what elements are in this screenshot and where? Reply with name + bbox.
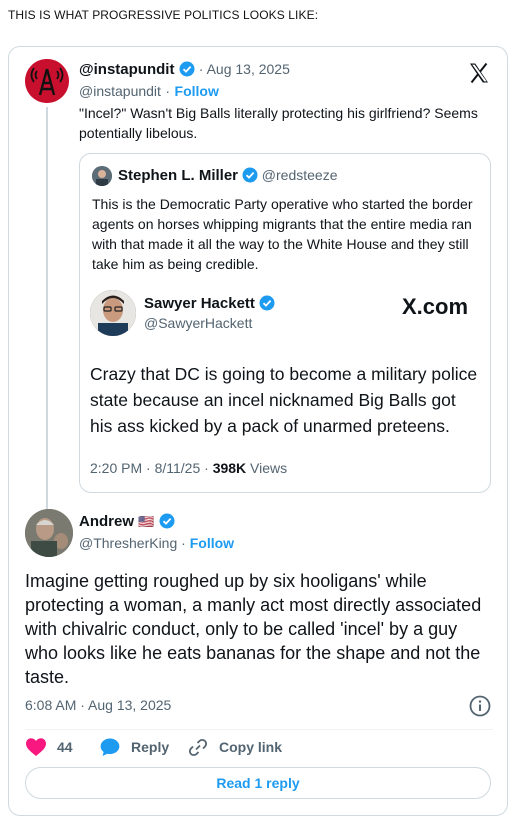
- embedded-tweet-card: @instapundit · Aug 13, 2025 @instapundit…: [8, 46, 508, 816]
- reply-label: Reply: [131, 739, 170, 755]
- copy-link-label: Copy link: [219, 739, 283, 755]
- thread-line: [46, 107, 48, 547]
- author-handle[interactable]: @instapundit: [79, 83, 161, 99]
- reply-timestamp[interactable]: 6:08 AM · Aug 13, 2025: [25, 697, 171, 713]
- divider: [25, 729, 493, 730]
- embed-views-label: Views: [246, 460, 288, 476]
- x-logo-icon[interactable]: [467, 61, 491, 85]
- quote-author-handle[interactable]: @redsteeze: [262, 167, 338, 183]
- verified-badge-icon: [259, 295, 275, 311]
- embed-meta: 2:20 PM · 8/11/25 · 398K Views: [90, 460, 287, 476]
- follow-button[interactable]: Follow: [175, 83, 219, 99]
- separator: ·: [165, 83, 171, 99]
- action-bar: 44 Reply Copy link: [25, 737, 493, 759]
- like-button[interactable]: 44: [25, 737, 73, 757]
- embed-text: Crazy that DC is going to become a milit…: [90, 364, 478, 436]
- heart-icon: [26, 738, 46, 756]
- reply-author-handle[interactable]: @ThresherKing: [79, 535, 177, 551]
- reply-text: Imagine getting roughed up by six hoolig…: [25, 571, 482, 687]
- reply-button[interactable]: Reply: [99, 737, 169, 757]
- embed-author-handle[interactable]: @SawyerHackett: [144, 315, 252, 331]
- quote-author-name[interactable]: Stephen L. Miller: [118, 167, 238, 184]
- info-icon[interactable]: [469, 695, 491, 717]
- embed-views-count: 398K: [212, 460, 247, 476]
- quoted-tweet[interactable]: Stephen L. Miller @redsteeze This is the…: [79, 153, 491, 493]
- read-replies-button[interactable]: Read 1 reply: [25, 767, 491, 799]
- reply-author-name[interactable]: Andrew: [79, 513, 134, 530]
- post-text: "Incel?" Wasn't Big Balls literally prot…: [79, 105, 478, 141]
- embed-author-name[interactable]: Sawyer Hackett: [144, 295, 255, 312]
- andrew-avatar[interactable]: [25, 509, 73, 557]
- post-date[interactable]: · Aug 13, 2025: [199, 61, 290, 77]
- separator: ·: [181, 535, 186, 551]
- stephen-miller-avatar[interactable]: [92, 166, 112, 186]
- verified-badge-icon: [179, 61, 195, 77]
- author-name[interactable]: @instapundit: [79, 61, 174, 78]
- copy-link-button[interactable]: Copy link: [187, 737, 282, 757]
- page-heading: THIS IS WHAT PROGRESSIVE POLITICS LOOKS …: [8, 8, 319, 22]
- like-count: 44: [57, 739, 73, 755]
- us-flag-icon: 🇺🇸: [138, 514, 155, 529]
- instapundit-avatar[interactable]: [25, 59, 69, 103]
- link-icon: [188, 738, 208, 757]
- quote-text: This is the Democratic Party operative w…: [92, 196, 473, 272]
- follow-button[interactable]: Follow: [190, 535, 234, 551]
- reply-bubble-icon: [100, 738, 120, 756]
- sawyer-hackett-avatar[interactable]: [90, 290, 136, 336]
- verified-badge-icon: [159, 513, 175, 529]
- verified-badge-icon: [242, 167, 258, 183]
- xcom-brand: X.com: [402, 294, 469, 319]
- embed-time: 2:20 PM · 8/11/25 ·: [90, 460, 213, 476]
